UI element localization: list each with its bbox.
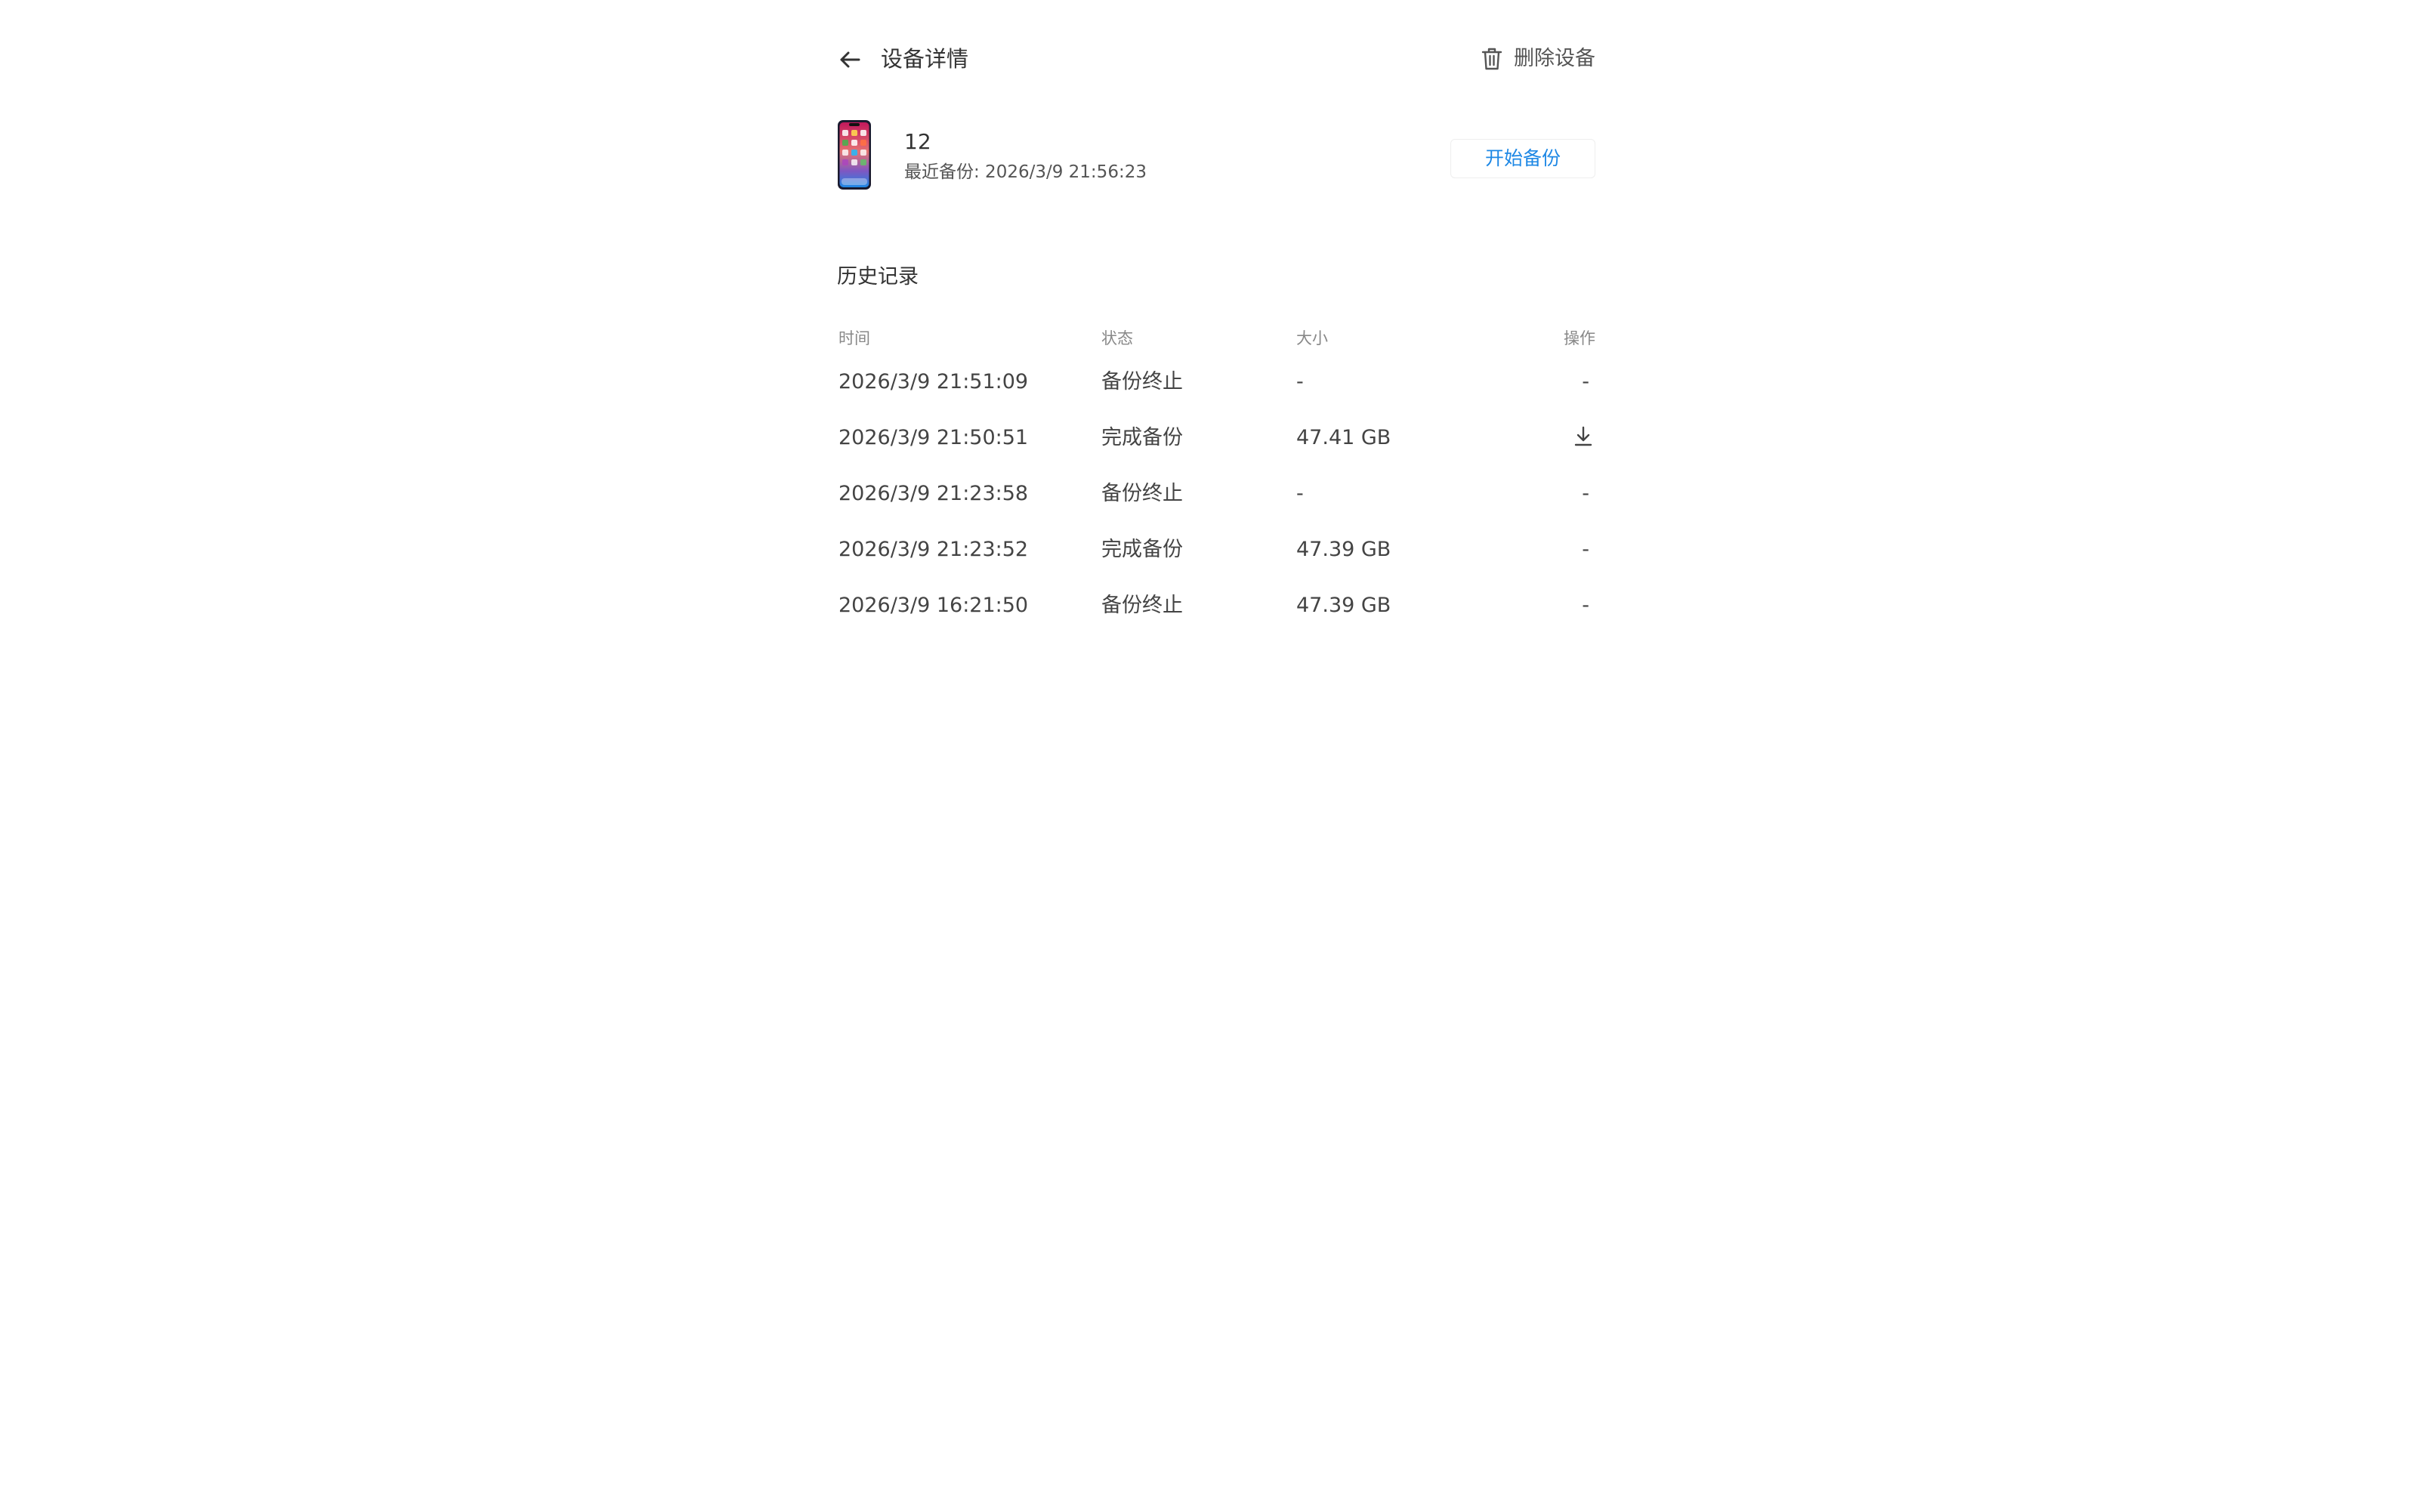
arrow-left-icon	[840, 51, 860, 68]
row-time: 2026/3/9 16:21:50	[838, 594, 1029, 617]
row-status: 完成备份	[1101, 426, 1183, 449]
page-title: 设备详情	[881, 46, 969, 72]
row-action: -	[1582, 482, 1589, 505]
table-row: 2026/3/9 21:23:52 完成备份 47.39 GB -	[837, 521, 1595, 577]
last-backup-time: 最近备份: 2026/3/9 21:56:23	[904, 162, 1147, 182]
row-status: 备份终止	[1101, 370, 1183, 393]
delete-device-button[interactable]: 删除设备	[1481, 44, 1595, 74]
history-table: 时间 状态 大小 操作 2026/3/9 21:51:09 备份终止 - - 2…	[837, 323, 1595, 633]
row-action: -	[1582, 370, 1589, 393]
start-backup-button[interactable]: 开始备份	[1450, 139, 1595, 178]
row-action: -	[1582, 538, 1589, 561]
history-title: 历史记录	[837, 265, 919, 289]
column-header-time: 时间	[838, 329, 870, 347]
download-icon[interactable]	[1573, 424, 1594, 449]
column-header-status: 状态	[1101, 329, 1133, 347]
table-row: 2026/3/9 21:50:51 完成备份 47.41 GB	[837, 409, 1595, 465]
phone-icon	[838, 120, 871, 190]
page-header: 设备详情 删除设备	[837, 42, 1595, 76]
device-name: 12	[904, 129, 931, 154]
table-header: 时间 状态 大小 操作	[837, 323, 1595, 353]
trash-icon	[1481, 48, 1502, 70]
row-size: -	[1296, 482, 1304, 505]
row-time: 2026/3/9 21:51:09	[838, 370, 1029, 393]
row-time: 2026/3/9 21:23:58	[838, 482, 1029, 505]
row-size: -	[1296, 370, 1304, 393]
row-status: 备份终止	[1101, 594, 1183, 617]
row-size: 47.41 GB	[1296, 426, 1391, 449]
row-size: 47.39 GB	[1296, 538, 1391, 561]
column-header-size: 大小	[1296, 329, 1328, 347]
delete-device-label: 删除设备	[1514, 47, 1595, 70]
row-time: 2026/3/9 21:50:51	[838, 426, 1029, 449]
table-row: 2026/3/9 21:23:58 备份终止 - -	[837, 465, 1595, 521]
table-row: 2026/3/9 21:51:09 备份终止 - -	[837, 353, 1595, 409]
row-time: 2026/3/9 21:23:52	[838, 538, 1029, 561]
device-card: 12 最近备份: 2026/3/9 21:56:23 开始备份	[837, 119, 1595, 192]
row-status: 完成备份	[1101, 538, 1183, 561]
row-size: 47.39 GB	[1296, 594, 1391, 617]
column-header-action: 操作	[1564, 329, 1595, 347]
row-action: -	[1582, 594, 1589, 617]
back-button[interactable]	[837, 47, 863, 73]
row-status: 备份终止	[1101, 482, 1183, 505]
table-row: 2026/3/9 16:21:50 备份终止 47.39 GB -	[837, 577, 1595, 633]
